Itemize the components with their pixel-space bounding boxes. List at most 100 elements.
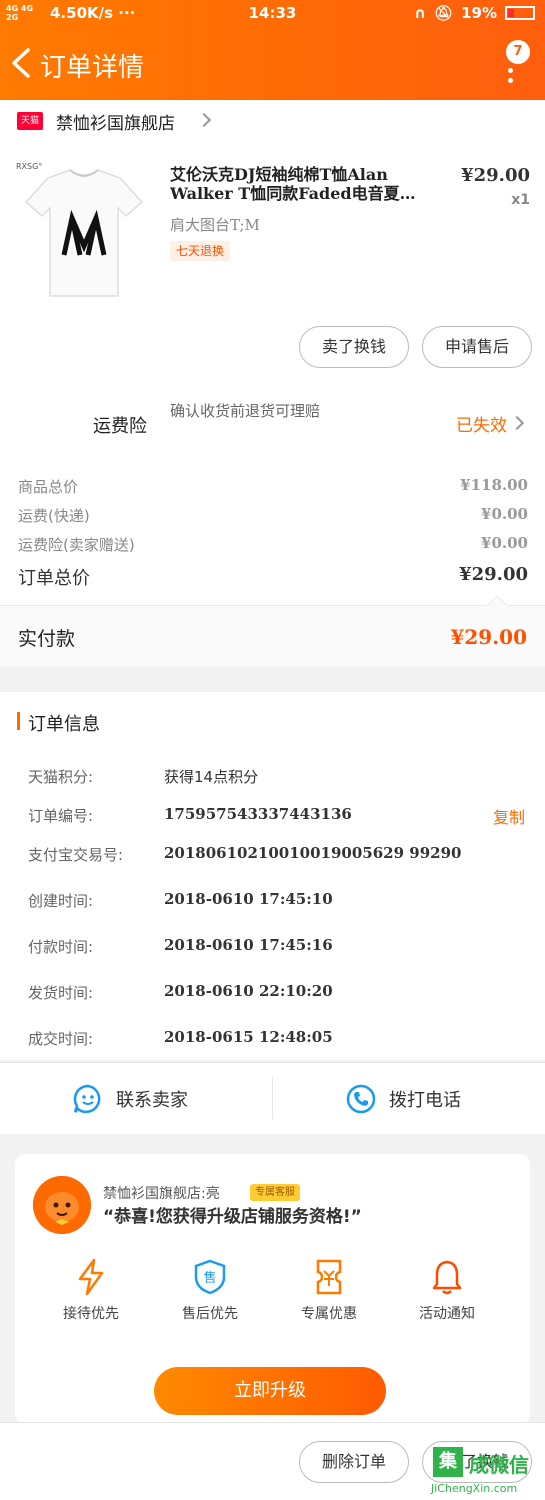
product-card: RXSG° 艾伦沃克DJ短袖纯棉T恤Alan Walker T恤同款Faded电… [0, 140, 545, 390]
contact-seller-button[interactable]: 联系卖家 [72, 1081, 188, 1117]
order-info-section: 订单信息 天猫积分: 获得14点积分 订单编号: 175957543337443… [0, 692, 545, 1060]
feature-label: 专属优惠 [301, 1306, 357, 1322]
more-dot-icon [508, 68, 513, 73]
svg-text:售: 售 [203, 1270, 216, 1286]
more-dot-icon [508, 78, 513, 83]
feature-event-notice: 活动通知 [397, 1259, 497, 1323]
call-label: 拨打电话 [389, 1090, 461, 1111]
info-value: 2018-0610 17:45:16 [164, 936, 333, 954]
watermark-url: JiChengXin.com [431, 1482, 518, 1495]
product-quantity: x1 [511, 192, 530, 208]
promo-message: “恭喜!您获得升级店铺服务资格!” [103, 1207, 362, 1227]
insurance-label: 运费险 [93, 416, 147, 437]
amount-paid-row: 实付款 ¥29.00 [0, 596, 545, 667]
copy-order-number-button[interactable]: 复制 [493, 804, 525, 828]
back-arrow-icon[interactable] [8, 48, 36, 78]
feature-priority-reception: 接待优先 [41, 1259, 141, 1323]
caret-up-icon [487, 596, 507, 606]
return-policy-tag: 七天退换 [170, 241, 231, 261]
insurance-description: 确认收货前退货可理赔 [170, 402, 321, 420]
shield-sale-icon: 售 [194, 1259, 226, 1295]
info-value: 20180610210010019005629 99290 [164, 844, 462, 862]
info-row-completed: 成交时间: 2018-0615 12:48:05 [28, 1028, 528, 1052]
insurance-fee-label: 运费险(卖家赠送) [18, 536, 135, 554]
more-menu-button[interactable]: 7 [498, 40, 538, 90]
info-row-created: 创建时间: 2018-0610 17:45:10 [28, 890, 528, 914]
amount-paid-label: 实付款 [18, 628, 76, 650]
watermark-text: 成微信 [469, 1453, 529, 1477]
feature-exclusive-discount: 专属优惠 [279, 1259, 379, 1323]
mascot-avatar [33, 1176, 91, 1234]
tshirt-image [24, 169, 144, 297]
order-info-title: 订单信息 [28, 714, 100, 735]
promo-shop-name: 禁恤衫国旗舰店:亮 [103, 1186, 220, 1202]
insurance-status: 已失效 [456, 416, 507, 436]
info-value: 2018-0610 22:10:20 [164, 982, 333, 1000]
page-title: 订单详情 [40, 53, 145, 83]
delete-order-button[interactable]: 删除订单 [299, 1441, 409, 1483]
shop-upgrade-card: 禁恤衫国旗舰店:亮 专属客服 “恭喜!您获得升级店铺服务资格!” 接待优先 售 … [15, 1154, 530, 1424]
info-value: 175957543337443136 [164, 805, 352, 823]
watermark-logo: 集 [433, 1447, 463, 1477]
goods-total-value: ¥118.00 [460, 476, 528, 494]
site-watermark: 集 成微信 JiChengXin.com [425, 1445, 545, 1500]
message-count-badge: 7 [506, 40, 530, 64]
feature-after-sale-priority: 售 售后优先 [160, 1259, 260, 1323]
section-accent-bar [17, 712, 20, 730]
feature-label: 售后优先 [182, 1306, 238, 1322]
feature-label: 活动通知 [419, 1306, 475, 1322]
mascot-icon [33, 1176, 91, 1234]
info-value: 2018-0610 17:45:10 [164, 890, 333, 908]
info-key: 订单编号: [28, 807, 94, 825]
insurance-fee-row: 运费险(卖家赠送) ¥0.00 [18, 534, 528, 558]
mute-icon: 🔕︎ [434, 4, 454, 22]
product-thumbnail[interactable]: RXSG° [14, 160, 154, 300]
shipping-insurance-row[interactable]: 运费险 确认收货前退货可理赔 已失效 [0, 390, 545, 460]
price-summary: 商品总价 ¥118.00 运费(快递) ¥0.00 运费险(卖家赠送) ¥0.0… [0, 460, 545, 605]
info-key: 支付宝交易号: [28, 846, 124, 864]
product-title[interactable]: 艾伦沃克DJ短袖纯棉T恤Alan Walker T恤同款Faded电音夏… [170, 165, 450, 203]
chevron-right-icon [509, 415, 525, 431]
info-row-points: 天猫积分: 获得14点积分 [28, 766, 528, 790]
phone-icon [346, 1084, 376, 1114]
call-button[interactable]: 拨打电话 [345, 1081, 461, 1117]
info-value: 2018-0615 12:48:05 [164, 1028, 333, 1046]
shop-row[interactable]: 天猫 禁恤衫国旗舰店 [0, 100, 545, 140]
divider [272, 1077, 273, 1119]
exclusive-service-badge: 专属客服 [250, 1184, 300, 1201]
info-key: 创建时间: [28, 892, 94, 910]
sell-exchange-button[interactable]: 卖了换钱 [299, 326, 409, 368]
nav-bar: 订单详情 7 [0, 30, 545, 100]
after-sale-button[interactable]: 申请售后 [422, 326, 532, 368]
chat-bubble-icon [73, 1084, 101, 1114]
product-price: ¥29.00 [461, 165, 530, 186]
goods-total-row: 商品总价 ¥118.00 [18, 476, 528, 500]
lightning-icon [78, 1259, 104, 1295]
order-total-row: 订单总价 ¥29.00 [18, 564, 528, 589]
info-key: 发货时间: [28, 984, 94, 1002]
info-value: 获得14点积分 [164, 768, 259, 786]
order-total-value: ¥29.00 [459, 564, 528, 585]
product-sku: 肩大图台T;M [170, 216, 260, 234]
status-bar: 4G 4G 2G 4.50K/s ··· 14:33 ∩ 🔕︎ 19% [0, 0, 545, 28]
contact-bar: 联系卖家 拨打电话 [0, 1062, 545, 1134]
order-total-label: 订单总价 [18, 568, 90, 589]
info-row-paid: 付款时间: 2018-0610 17:45:16 [28, 936, 528, 960]
shipping-value: ¥0.00 [481, 505, 528, 523]
brand-mark: RXSG° [16, 162, 43, 171]
battery-icon [505, 6, 535, 20]
bell-icon [432, 1260, 462, 1295]
ticket-icon [316, 1259, 342, 1295]
feature-label: 接待优先 [63, 1306, 119, 1322]
shop-name[interactable]: 禁恤衫国旗舰店 [56, 109, 175, 134]
goods-total-label: 商品总价 [18, 478, 79, 496]
header: 4G 4G 2G 4.50K/s ··· 14:33 ∩ 🔕︎ 19% 订单详情… [0, 0, 545, 100]
amount-paid-value: ¥29.00 [450, 625, 527, 649]
tmall-icon: 天猫 [17, 112, 43, 130]
insurance-fee-value: ¥0.00 [481, 534, 528, 552]
upgrade-now-button[interactable]: 立即升级 [154, 1367, 386, 1415]
contact-seller-label: 联系卖家 [116, 1090, 188, 1111]
headphone-icon: ∩ [413, 4, 427, 22]
shipping-row: 运费(快递) ¥0.00 [18, 505, 528, 529]
info-row-alipay-number: 支付宝交易号: 20180610210010019005629 99290 [28, 844, 528, 868]
